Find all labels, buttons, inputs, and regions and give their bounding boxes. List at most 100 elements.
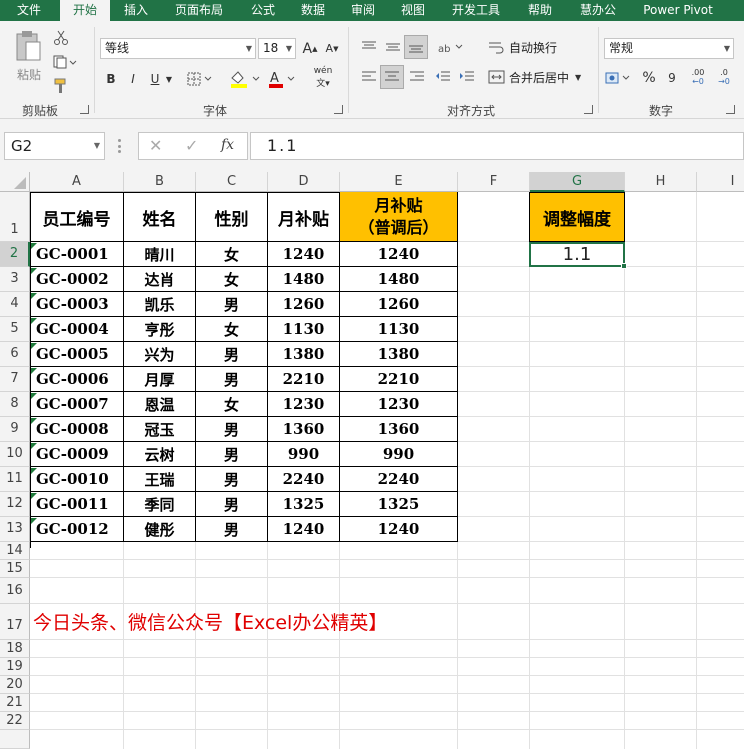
alignment-launcher-icon[interactable] — [584, 105, 593, 114]
row-header-11[interactable]: 11 — [0, 467, 30, 492]
row-header-22[interactable]: 22 — [0, 712, 30, 730]
paste-icon[interactable] — [10, 29, 46, 63]
cell-gender[interactable]: 男 — [196, 417, 268, 442]
row-header-16[interactable]: 16 — [0, 578, 30, 604]
tab-developer[interactable]: 开发工具 — [444, 0, 508, 21]
row-header-13[interactable]: 13 — [0, 517, 30, 542]
cell-allowance[interactable]: 1360 — [268, 417, 340, 442]
row-header-23[interactable] — [0, 730, 30, 749]
chevron-down-icon[interactable]: ▼ — [164, 69, 174, 89]
row-header-18[interactable]: 18 — [0, 640, 30, 658]
cell-employee-name[interactable]: 季同 — [124, 492, 196, 517]
cell-employee-name[interactable]: 恩温 — [124, 392, 196, 417]
cell-employee-name[interactable]: 晴川 — [124, 242, 196, 267]
cell-employee-id[interactable]: GC-0004 — [30, 317, 124, 342]
cell-allowance-adjusted[interactable]: 1230 — [340, 392, 458, 417]
tab-page-layout[interactable]: 页面布局 — [166, 0, 232, 21]
row-header-7[interactable]: 7 — [0, 367, 30, 392]
cell-employee-name[interactable]: 亨彤 — [124, 317, 196, 342]
row-header-1[interactable]: 1 — [0, 192, 30, 242]
number-format-dropdown[interactable]: 常规 ▼ — [604, 38, 734, 59]
cell-allowance-adjusted[interactable]: 2210 — [340, 367, 458, 392]
cell-gender[interactable]: 女 — [196, 317, 268, 342]
column-header-a[interactable]: A — [30, 172, 124, 192]
cell-employee-name[interactable]: 冠玉 — [124, 417, 196, 442]
cell-gender[interactable]: 女 — [196, 242, 268, 267]
cell-employee-id[interactable]: GC-0003 — [30, 292, 124, 317]
font-launcher-icon[interactable] — [334, 105, 343, 114]
cell-gender[interactable]: 男 — [196, 492, 268, 517]
tab-home[interactable]: 开始 — [60, 0, 110, 22]
increase-decimal-button[interactable]: .00 ←0 — [686, 65, 710, 89]
cell-gender[interactable]: 男 — [196, 517, 268, 542]
cell-allowance[interactable]: 1130 — [268, 317, 340, 342]
underline-button[interactable]: U — [146, 69, 164, 89]
column-header-f[interactable]: F — [458, 172, 530, 192]
row-header-21[interactable]: 21 — [0, 694, 30, 712]
column-header-d[interactable]: D — [268, 172, 340, 192]
accounting-format-icon[interactable] — [604, 68, 636, 88]
italic-button[interactable]: I — [124, 69, 142, 89]
cell-allowance-adjusted[interactable]: 1130 — [340, 317, 458, 342]
align-center-icon[interactable] — [380, 65, 404, 89]
cell-employee-id[interactable]: GC-0009 — [30, 442, 124, 467]
cell-allowance[interactable]: 1260 — [268, 292, 340, 317]
insert-function-button[interactable]: fx — [221, 137, 234, 153]
copy-icon[interactable] — [52, 53, 78, 71]
cell-allowance[interactable]: 990 — [268, 442, 340, 467]
cell-employee-id[interactable]: GC-0006 — [30, 367, 124, 392]
cancel-icon[interactable]: ✕ — [149, 136, 162, 155]
bold-button[interactable]: B — [102, 69, 120, 89]
cell-employee-id[interactable]: GC-0010 — [30, 467, 124, 492]
adjust-label-cell[interactable]: 调整幅度 — [529, 192, 625, 242]
wrap-text-button[interactable]: 自动换行 — [488, 37, 560, 57]
worksheet-grid[interactable]: A B C D E F G H I 1 2 3 4 5 6 7 8 9 10 1… — [0, 172, 744, 749]
cell-allowance-adjusted[interactable]: 1325 — [340, 492, 458, 517]
row-header-15[interactable]: 15 — [0, 560, 30, 578]
cell-gender[interactable]: 男 — [196, 342, 268, 367]
row-header-20[interactable]: 20 — [0, 676, 30, 694]
align-left-icon[interactable] — [358, 67, 380, 87]
shrink-font-button[interactable]: A ▼ — [322, 38, 342, 59]
cell-employee-id[interactable]: GC-0012 — [30, 517, 124, 542]
cell-allowance[interactable]: 2210 — [268, 367, 340, 392]
clipboard-launcher-icon[interactable] — [80, 105, 89, 114]
number-launcher-icon[interactable] — [726, 105, 735, 114]
cell-allowance[interactable]: 1240 — [268, 242, 340, 267]
column-header-c[interactable]: C — [196, 172, 268, 192]
row-header-19[interactable]: 19 — [0, 658, 30, 676]
fill-handle[interactable] — [621, 263, 627, 269]
cell-allowance-adjusted[interactable]: 1240 — [340, 517, 458, 542]
header-employee-id[interactable]: 员工编号 — [30, 192, 124, 242]
tab-formulas[interactable]: 公式 — [244, 0, 282, 21]
row-header-14[interactable]: 14 — [0, 542, 30, 560]
row-header-10[interactable]: 10 — [0, 442, 30, 467]
row-header-3[interactable]: 3 — [0, 267, 30, 292]
decrease-decimal-button[interactable]: .0 →0 — [712, 65, 736, 89]
cell-allowance-adjusted[interactable]: 990 — [340, 442, 458, 467]
tab-insert[interactable]: 插入 — [114, 0, 158, 21]
cell-gender[interactable]: 男 — [196, 467, 268, 492]
cell-employee-id[interactable]: GC-0002 — [30, 267, 124, 292]
header-allowance[interactable]: 月补贴 — [268, 192, 340, 242]
name-box[interactable]: G2 ▼ — [4, 132, 105, 160]
bottom-align-icon[interactable] — [404, 35, 428, 59]
cell-allowance-adjusted[interactable]: 1380 — [340, 342, 458, 367]
cell-employee-name[interactable]: 健彤 — [124, 517, 196, 542]
align-right-icon[interactable] — [406, 67, 428, 87]
increase-indent-icon[interactable] — [456, 67, 478, 87]
cell-employee-id[interactable]: GC-0001 — [30, 242, 124, 267]
cell-gender[interactable]: 女 — [196, 392, 268, 417]
cell-gender[interactable]: 女 — [196, 267, 268, 292]
format-painter-icon[interactable] — [52, 77, 70, 95]
cell-allowance-adjusted[interactable]: 1480 — [340, 267, 458, 292]
border-icon[interactable] — [186, 69, 214, 89]
row-header-9[interactable]: 9 — [0, 417, 30, 442]
select-all-corner[interactable] — [0, 172, 30, 192]
cell-gender[interactable]: 男 — [196, 292, 268, 317]
row-header-5[interactable]: 5 — [0, 317, 30, 342]
row-header-4[interactable]: 4 — [0, 292, 30, 317]
cell-allowance-adjusted[interactable]: 1360 — [340, 417, 458, 442]
cell-employee-name[interactable]: 兴为 — [124, 342, 196, 367]
row-header-17[interactable]: 17 — [0, 604, 30, 640]
